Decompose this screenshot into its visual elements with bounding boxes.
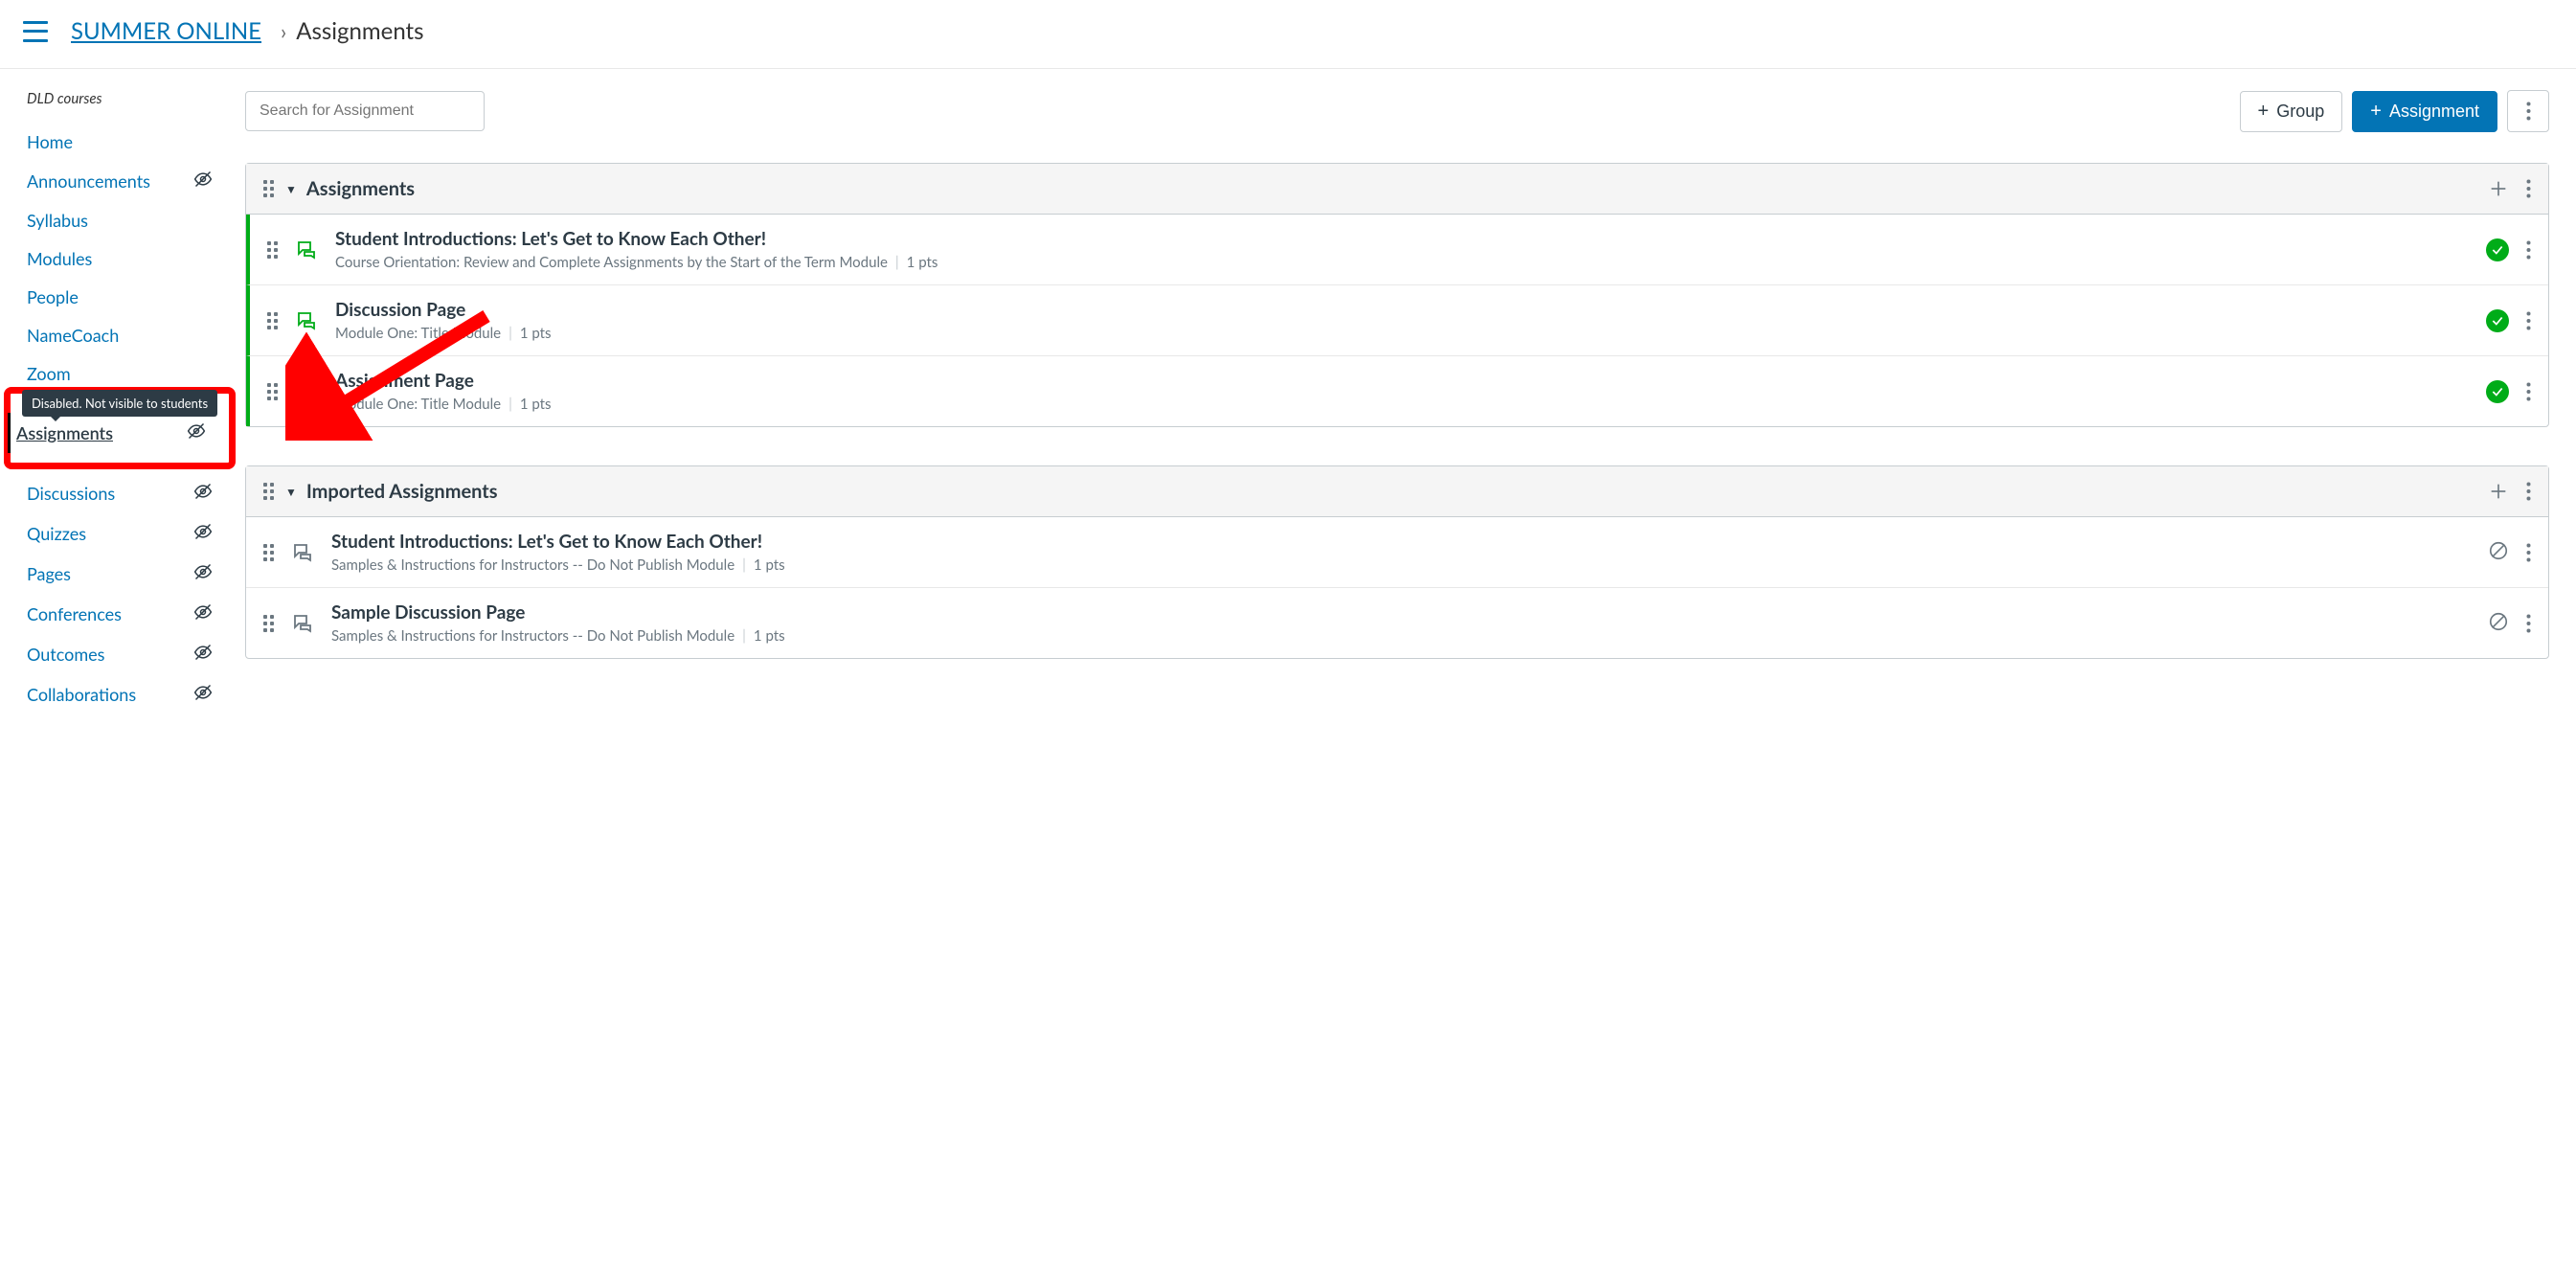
breadcrumb-separator: › [281, 18, 286, 44]
eye-slash-icon [193, 602, 213, 625]
item-title: Student Introductions: Let's Get to Know… [335, 228, 2486, 250]
add-group-button[interactable]: + Group [2240, 91, 2343, 132]
unpublished-status[interactable] [2488, 540, 2509, 565]
sidebar-section-title: DLD courses [27, 90, 230, 107]
eye-slash-icon [187, 421, 206, 444]
disabled-tooltip: Disabled. Not visible to students [22, 390, 217, 417]
published-status[interactable] [2486, 380, 2509, 403]
sidebar-item-home[interactable]: Home [27, 123, 230, 161]
assignment-icon [295, 380, 318, 403]
published-status[interactable] [2486, 309, 2509, 332]
item-title: Discussion Page [335, 299, 2486, 321]
sidebar-item-discussions[interactable]: Discussions [27, 473, 230, 513]
item-more-button[interactable] [2526, 614, 2531, 633]
sidebar-item-modules[interactable]: Modules [27, 239, 230, 278]
ban-icon [2488, 611, 2509, 632]
add-item-button[interactable] [2488, 178, 2509, 199]
assignment-item[interactable]: Discussion Page Module One: Title Module… [246, 284, 2548, 355]
drag-handle[interactable] [263, 180, 274, 197]
item-more-button[interactable] [2526, 543, 2531, 562]
breadcrumb-page: Assignments [296, 17, 423, 45]
group-title: Assignments [306, 177, 415, 200]
assignment-group: ▼ Imported Assignments Student Introduct… [245, 465, 2549, 659]
drag-handle[interactable] [263, 544, 274, 561]
check-icon [2486, 309, 2509, 332]
check-icon [2486, 238, 2509, 261]
hamburger-menu-button[interactable] [23, 21, 48, 42]
sidebar-item-quizzes[interactable]: Quizzes [27, 513, 230, 554]
item-subtitle: Samples & Instructions for Instructors -… [331, 556, 2488, 574]
eye-slash-icon [193, 643, 213, 666]
group-title: Imported Assignments [306, 480, 498, 503]
eye-slash-icon [193, 683, 213, 706]
kebab-icon [2526, 102, 2531, 121]
item-subtitle: Course Orientation: Review and Complete … [335, 254, 2486, 271]
breadcrumb: SUMMER ONLINE › Assignments [71, 17, 424, 45]
eye-slash-icon [193, 482, 213, 505]
search-input[interactable] [245, 91, 485, 131]
sidebar-item-conferences[interactable]: Conferences [27, 594, 230, 634]
add-assignment-button[interactable]: + Assignment [2352, 91, 2497, 132]
assignment-item[interactable]: Student Introductions: Let's Get to Know… [246, 517, 2548, 587]
group-more-button[interactable] [2526, 482, 2531, 501]
published-status[interactable] [2486, 238, 2509, 261]
add-group-label: Group [2276, 102, 2324, 122]
item-title: Assignment Page [335, 370, 2486, 392]
discussion-icon [291, 541, 314, 564]
toolbar-more-button[interactable] [2507, 90, 2549, 132]
item-subtitle: Module One: Title Module|1 pts [335, 396, 2486, 413]
sidebar-item-namecoach[interactable]: NameCoach [27, 316, 230, 354]
group-more-button[interactable] [2526, 179, 2531, 198]
eye-slash-icon [193, 522, 213, 545]
drag-handle[interactable] [267, 312, 278, 329]
sidebar: DLD courses Home Announcements Syllabus … [0, 69, 237, 737]
unpublished-status[interactable] [2488, 611, 2509, 636]
item-more-button[interactable] [2526, 382, 2531, 401]
eye-slash-icon [193, 562, 213, 585]
sidebar-item-collaborations[interactable]: Collaborations [27, 674, 230, 714]
ban-icon [2488, 540, 2509, 561]
item-subtitle: Samples & Instructions for Instructors -… [331, 627, 2488, 645]
item-subtitle: Module One: Title Module|1 pts [335, 325, 2486, 342]
plus-icon: + [2370, 102, 2382, 121]
item-more-button[interactable] [2526, 240, 2531, 260]
drag-handle[interactable] [267, 383, 278, 400]
sidebar-item-announcements[interactable]: Announcements [27, 161, 230, 201]
collapse-toggle[interactable]: ▼ [285, 485, 297, 499]
collapse-toggle[interactable]: ▼ [285, 182, 297, 196]
item-title: Sample Discussion Page [331, 601, 2488, 624]
item-more-button[interactable] [2526, 311, 2531, 330]
check-icon [2486, 380, 2509, 403]
sidebar-item-pages[interactable]: Pages [27, 554, 230, 594]
sidebar-item-people[interactable]: People [27, 278, 230, 316]
discussion-icon [295, 238, 318, 261]
sidebar-item-assignments[interactable]: Assignments [8, 413, 223, 453]
discussion-icon [295, 309, 318, 332]
drag-handle[interactable] [267, 241, 278, 259]
annotation-highlight-box: Disabled. Not visible to students Assign… [4, 387, 236, 469]
assignment-item[interactable]: Sample Discussion Page Samples & Instruc… [246, 587, 2548, 658]
add-assignment-label: Assignment [2389, 102, 2479, 122]
drag-handle[interactable] [263, 483, 274, 500]
breadcrumb-course-link[interactable]: SUMMER ONLINE [71, 17, 261, 45]
item-title: Student Introductions: Let's Get to Know… [331, 531, 2488, 553]
content: + Group + Assignment ▼ Assignments [237, 69, 2576, 737]
plus-icon: + [2258, 102, 2270, 121]
assignment-item[interactable]: Student Introductions: Let's Get to Know… [246, 215, 2548, 284]
drag-handle[interactable] [263, 615, 274, 632]
sidebar-item-syllabus[interactable]: Syllabus [27, 201, 230, 239]
sidebar-item-outcomes[interactable]: Outcomes [27, 634, 230, 674]
assignment-item[interactable]: Assignment Page Module One: Title Module… [246, 355, 2548, 426]
eye-slash-icon [193, 170, 213, 193]
discussion-icon [291, 612, 314, 635]
assignment-group: ▼ Assignments Student Introductions: Let… [245, 163, 2549, 427]
add-item-button[interactable] [2488, 481, 2509, 502]
